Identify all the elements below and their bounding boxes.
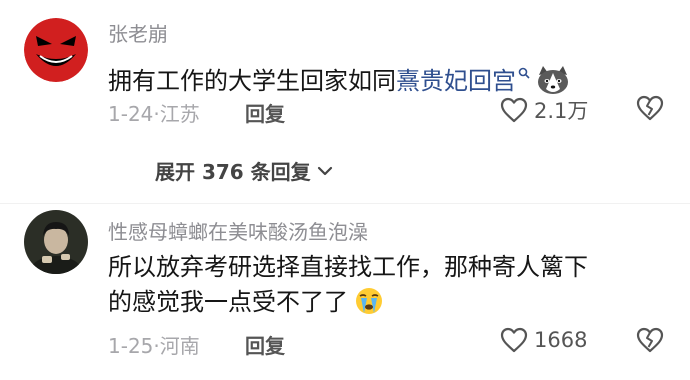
search-link[interactable]: 熹贵妃回宫 [396,67,516,95]
avatar[interactable] [24,18,88,82]
comment-meta: 1-24·江苏 [108,98,200,127]
comment-text-line-2-text: 的感觉我一点受不了了 [108,288,348,316]
expand-replies-label: 展开 376 条回复 [155,160,311,184]
avatar[interactable] [24,210,88,274]
comment-text-plain: 拥有工作的大学生回家如同 [108,67,396,95]
username[interactable]: 张老崩 [108,18,168,47]
search-icon[interactable] [518,54,530,89]
expand-replies-button[interactable]: 展开 376 条回复 [155,156,333,185]
dislike-button[interactable] [636,95,664,125]
comment-location: 江苏 [159,102,200,126]
divider [0,203,690,204]
crying-face-icon [354,286,384,326]
heart-outline-icon [500,327,528,353]
reply-button[interactable]: 回复 [245,98,285,127]
dislike-button[interactable] [636,327,664,357]
comment-text: 所以放弃考研选择直接找工作，那种寄人篱下 的感觉我一点受不了了 [108,250,653,326]
comment-text-line-1: 所以放弃考研选择直接找工作，那种寄人篱下 [108,253,588,281]
comment-date: 1-25 [108,334,154,358]
profile-photo-icon [24,210,88,274]
like-button[interactable]: 2.1万 [500,95,588,125]
evil-smiley-icon [24,18,88,82]
heart-outline-icon [500,97,528,123]
comment-location: 河南 [159,334,200,358]
chevron-down-icon [317,166,332,175]
broken-heart-icon [636,95,664,121]
username[interactable]: 性感母蟑螂在美味酸汤鱼泡澡 [108,216,368,245]
like-count: 1668 [534,328,588,352]
like-button[interactable]: 1668 [500,327,587,353]
comment-text-line-2: 的感觉我一点受不了了 [108,285,653,326]
comment-meta: 1-25·河南 [108,330,200,359]
reply-button[interactable]: 回复 [245,330,285,359]
broken-heart-icon [636,327,664,353]
like-count: 2.1万 [534,99,589,123]
comment-date: 1-24 [108,102,154,126]
